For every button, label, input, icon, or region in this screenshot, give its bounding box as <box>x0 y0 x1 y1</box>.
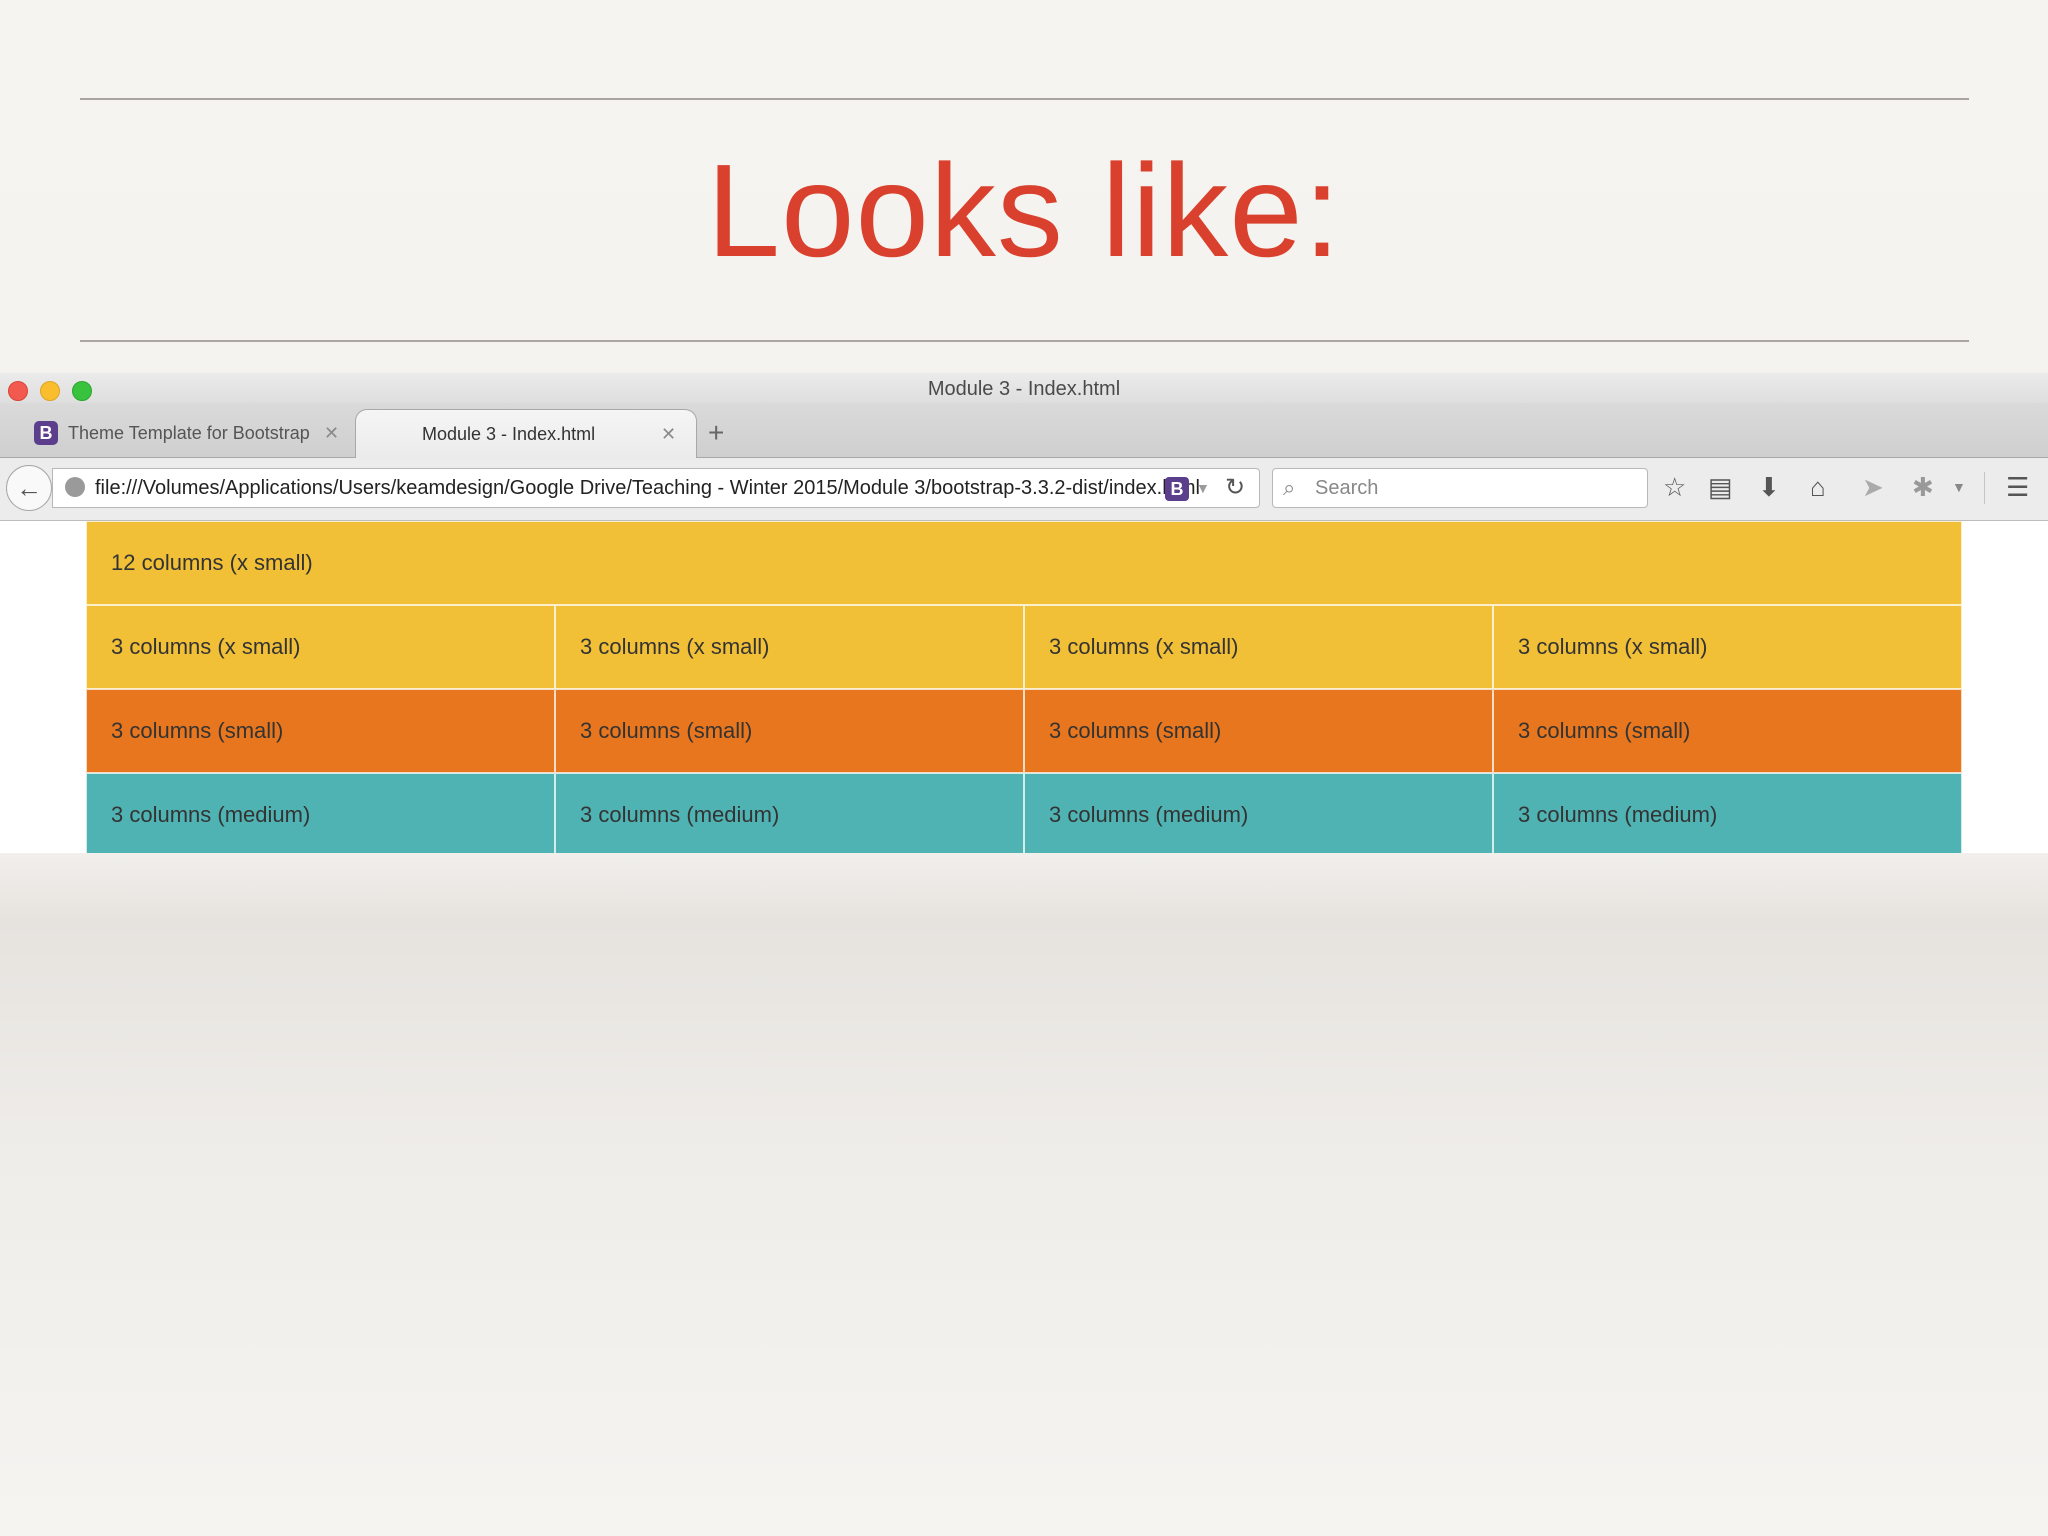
new-tab-button[interactable]: + <box>708 413 724 453</box>
top-divider <box>80 98 1969 100</box>
browser-window: Module 3 - Index.html B Theme Template f… <box>0 373 2048 853</box>
share-icon[interactable]: ➤ <box>1862 468 1884 506</box>
tab-close-icon[interactable]: ✕ <box>324 409 339 457</box>
bottom-divider <box>80 340 1969 342</box>
grid-cell: 12 columns (x small) <box>86 521 1962 605</box>
bookmark-star-icon[interactable]: ☆ <box>1663 468 1686 506</box>
history-dropdown-icon[interactable]: ▼ <box>1196 473 1210 503</box>
grid-cell: 3 columns (small) <box>1493 689 1962 773</box>
slide-title: Looks like: <box>706 137 1342 284</box>
home-icon[interactable]: ⌂ <box>1810 468 1826 506</box>
url-text[interactable]: file:///Volumes/Applications/Users/keamd… <box>95 469 1203 507</box>
grid-cell: 3 columns (medium) <box>1024 773 1493 853</box>
grid-cell: 3 columns (x small) <box>1024 605 1493 689</box>
tab-close-icon[interactable]: ✕ <box>661 410 676 458</box>
tab-strip: B Theme Template for Bootstrap ✕ Module … <box>0 403 2048 458</box>
bootstrap-favicon-icon: B <box>34 421 58 445</box>
toolbar-separator <box>1984 472 1985 504</box>
grid-row-3-xs: 3 columns (x small) 3 columns (x small) … <box>86 605 1962 689</box>
grid-row-3-md: 3 columns (medium) 3 columns (medium) 3 … <box>86 773 1962 853</box>
tab-module-3-index[interactable]: Module 3 - Index.html ✕ <box>355 409 697 458</box>
address-bar[interactable]: file:///Volumes/Applications/Users/keamd… <box>52 468 1260 508</box>
search-box[interactable]: ⌕ Search <box>1272 468 1648 508</box>
grid-cell: 3 columns (small) <box>555 689 1024 773</box>
window-minimize-button[interactable] <box>40 381 60 401</box>
reading-list-icon[interactable]: ▤ <box>1708 468 1733 506</box>
menu-icon[interactable]: ☰ <box>2006 468 2029 506</box>
grid-row-3-sm: 3 columns (small) 3 columns (small) 3 co… <box>86 689 1962 773</box>
bootstrap-grid: 12 columns (x small) 3 columns (x small)… <box>86 521 1962 853</box>
grid-cell: 3 columns (medium) <box>1493 773 1962 853</box>
extension-dropdown-icon[interactable]: ▼ <box>1952 468 1966 506</box>
grid-cell: 3 columns (small) <box>1024 689 1493 773</box>
search-input[interactable]: Search <box>1315 469 1378 507</box>
globe-icon <box>65 477 85 497</box>
grid-cell: 3 columns (small) <box>86 689 555 773</box>
grid-cell: 3 columns (x small) <box>1493 605 1962 689</box>
back-arrow-icon: ← <box>16 473 42 503</box>
grid-cell: 3 columns (medium) <box>555 773 1024 853</box>
tab-label: Theme Template for Bootstrap <box>68 423 310 443</box>
window-close-button[interactable] <box>8 381 28 401</box>
page-content: 12 columns (x small) 3 columns (x small)… <box>0 521 2048 853</box>
back-button[interactable]: ← <box>6 465 52 511</box>
window-title: Module 3 - Index.html <box>927 378 1121 400</box>
tab-theme-template[interactable]: B Theme Template for Bootstrap ✕ <box>20 409 350 457</box>
tab-label: Module 3 - Index.html <box>422 424 596 444</box>
grid-cell: 3 columns (x small) <box>555 605 1024 689</box>
bootstrap-extension-icon[interactable]: B <box>1165 477 1189 501</box>
search-icon: ⌕ <box>1283 475 1296 500</box>
download-icon[interactable]: ⬇ <box>1758 468 1780 506</box>
window-titlebar: Module 3 - Index.html <box>0 373 2048 403</box>
grid-cell: 3 columns (medium) <box>86 773 555 853</box>
window-maximize-button[interactable] <box>72 381 92 401</box>
navigation-toolbar: ← file:///Volumes/Applications/Users/kea… <box>0 458 2048 521</box>
reload-icon[interactable]: ↻ <box>1225 469 1245 507</box>
extension-icon[interactable]: ✱ <box>1912 468 1934 506</box>
grid-cell: 3 columns (x small) <box>86 605 555 689</box>
grid-row-12-xs: 12 columns (x small) <box>86 521 1962 605</box>
